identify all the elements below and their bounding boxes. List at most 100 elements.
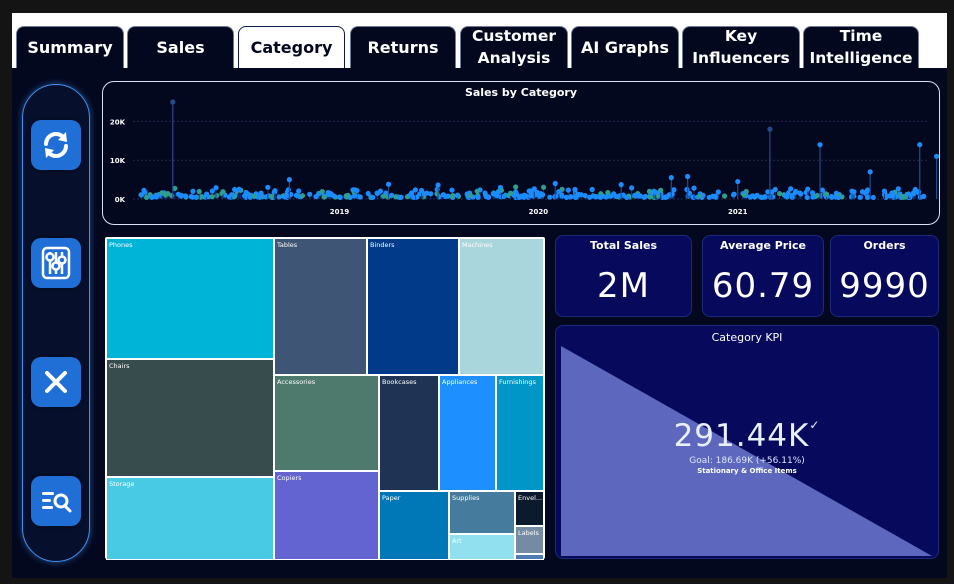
lollipop-point[interactable]: [265, 184, 271, 190]
lollipop-point[interactable]: [213, 185, 219, 191]
lollipop-point[interactable]: [412, 187, 419, 193]
lollipop-point[interactable]: [168, 192, 175, 199]
lollipop-point[interactable]: [485, 194, 491, 200]
tab-returns[interactable]: Returns: [350, 26, 456, 69]
lollipop-point[interactable]: [603, 194, 609, 200]
lollipop-point[interactable]: [889, 193, 896, 199]
lollipop-point[interactable]: [398, 194, 404, 200]
lollipop-point[interactable]: [418, 187, 425, 194]
peak-point[interactable]: [552, 180, 558, 187]
tab-customer-analysis[interactable]: Customer Analysis: [460, 26, 568, 69]
lollipop-point[interactable]: [380, 193, 387, 199]
treemap-tile[interactable]: Phones: [106, 238, 274, 359]
lollipop-point[interactable]: [183, 193, 189, 200]
lollipop-point[interactable]: [321, 194, 327, 200]
lollipop-point[interactable]: [565, 187, 571, 193]
peak-point[interactable]: [934, 153, 939, 159]
lollipop-point[interactable]: [513, 184, 519, 190]
treemap-tile[interactable]: Envel...: [515, 491, 544, 526]
lollipop-point[interactable]: [828, 194, 835, 200]
treemap-tile[interactable]: Labels: [515, 526, 544, 554]
lollipop-point[interactable]: [272, 188, 278, 194]
tab-summary[interactable]: Summary: [16, 26, 124, 69]
lollipop-point[interactable]: [710, 193, 716, 199]
treemap-tile[interactable]: Furnishings: [496, 375, 544, 491]
treemap-tile[interactable]: Tables: [274, 238, 367, 375]
lollipop-point[interactable]: [449, 187, 455, 193]
lollipop-point[interactable]: [352, 193, 358, 199]
lollipop-point[interactable]: [741, 192, 748, 198]
lollipop-point[interactable]: [220, 189, 226, 195]
lollipop-point[interactable]: [138, 192, 145, 198]
lollipop-point[interactable]: [229, 192, 235, 198]
peak-point[interactable]: [618, 182, 624, 188]
treemap-tile[interactable]: Paper: [379, 491, 449, 560]
treemap-tile[interactable]: Storage: [106, 477, 274, 560]
lollipop-point[interactable]: [624, 194, 630, 201]
lollipop-point[interactable]: [352, 187, 358, 193]
treemap-tile[interactable]: Art: [449, 534, 515, 560]
lollipop-point[interactable]: [236, 187, 242, 193]
lollipop-point[interactable]: [328, 191, 334, 198]
lollipop-point[interactable]: [921, 193, 927, 200]
peak-point[interactable]: [286, 177, 292, 183]
lollipop-point[interactable]: [789, 193, 795, 199]
lollipop-point[interactable]: [805, 186, 811, 192]
lollipop-point[interactable]: [313, 194, 319, 200]
lollipop-point[interactable]: [514, 191, 520, 197]
lollipop-point[interactable]: [445, 193, 451, 199]
lollipop-point[interactable]: [857, 194, 863, 200]
lollipop-point[interactable]: [257, 194, 263, 200]
lollipop-point[interactable]: [540, 184, 547, 190]
lollipop-point[interactable]: [669, 191, 675, 197]
lollipop-point[interactable]: [587, 194, 593, 200]
tab-time-intelligence[interactable]: Time Intelligence: [803, 26, 919, 69]
lollipop-point[interactable]: [663, 194, 669, 200]
lollipop-point[interactable]: [152, 193, 158, 199]
lollipop-point[interactable]: [365, 190, 371, 197]
lollipop-point[interactable]: [144, 194, 150, 200]
lollipop-point[interactable]: [747, 194, 753, 200]
lollipop-point[interactable]: [528, 192, 534, 199]
lollipop-point[interactable]: [357, 194, 363, 200]
lollipop-point[interactable]: [776, 190, 783, 197]
lollipop-point[interactable]: [798, 191, 804, 197]
peak-point[interactable]: [817, 142, 823, 148]
lollipop-point[interactable]: [572, 193, 578, 200]
lollipop-point[interactable]: [690, 194, 696, 200]
treemap-tile[interactable]: [515, 554, 544, 560]
lollipop-point[interactable]: [864, 189, 870, 195]
lollipop-point[interactable]: [905, 191, 912, 197]
lollipop-point[interactable]: [374, 190, 380, 196]
lollipop-point[interactable]: [697, 193, 703, 199]
lollipop-point[interactable]: [589, 186, 595, 193]
lollipop-point[interactable]: [647, 194, 653, 200]
lollipop-point[interactable]: [209, 194, 215, 200]
lollipop-point[interactable]: [881, 188, 888, 194]
tab-category[interactable]: Category: [238, 26, 345, 69]
treemap-tile[interactable]: Bookcases: [379, 375, 439, 491]
lollipop-point[interactable]: [804, 194, 810, 201]
tab-sales[interactable]: Sales: [127, 26, 234, 69]
lollipop-point[interactable]: [721, 193, 728, 199]
lollipop-point[interactable]: [293, 192, 300, 198]
lollipop-point[interactable]: [582, 193, 588, 199]
refresh-button[interactable]: [31, 120, 81, 170]
lollipop-point[interactable]: [653, 189, 659, 195]
lollipop-point[interactable]: [910, 191, 917, 197]
lollipop-point[interactable]: [344, 194, 350, 200]
lollipop-point[interactable]: [593, 194, 599, 200]
lollipop-point[interactable]: [494, 193, 500, 199]
lollipop-point[interactable]: [428, 191, 434, 197]
lollipop-point[interactable]: [268, 193, 274, 199]
lollipop-point[interactable]: [337, 194, 343, 200]
lollipop-point[interactable]: [214, 192, 220, 199]
treemap-tile[interactable]: Copiers: [274, 471, 379, 560]
lollipop-point[interactable]: [407, 192, 414, 198]
lollipop-point[interactable]: [434, 191, 440, 197]
lollipop-point[interactable]: [454, 192, 461, 198]
search-list-button[interactable]: [31, 476, 81, 526]
treemap-tile[interactable]: Appliances: [439, 375, 496, 491]
lollipop-point[interactable]: [299, 193, 306, 199]
lollipop-point[interactable]: [526, 188, 532, 194]
